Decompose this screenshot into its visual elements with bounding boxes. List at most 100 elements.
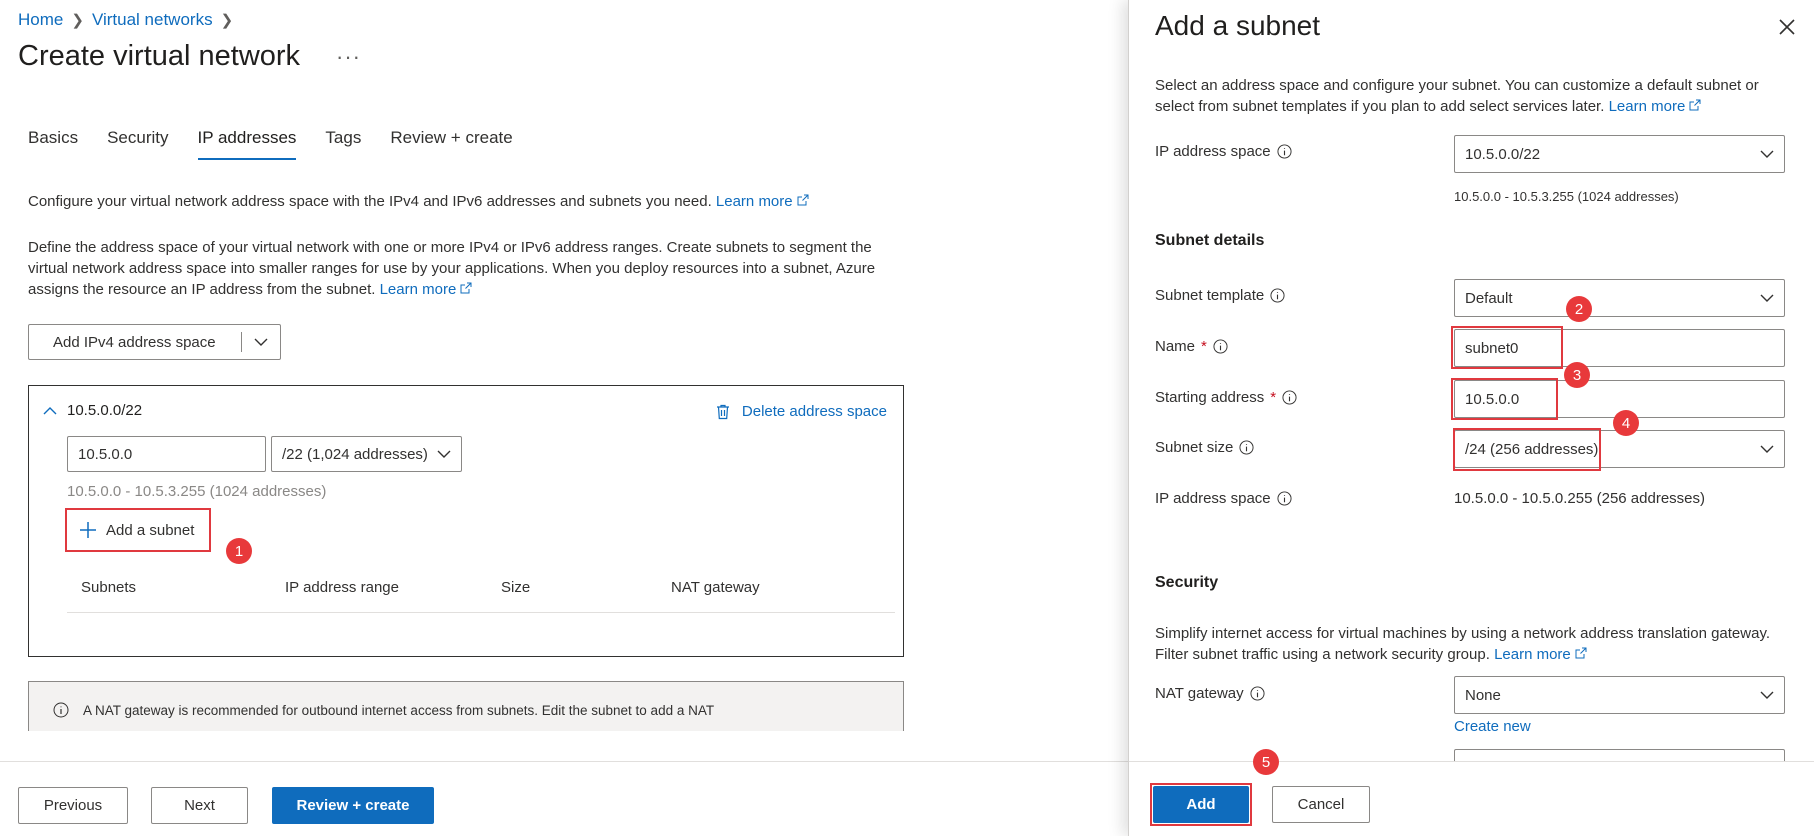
previous-button[interactable]: Previous <box>18 787 128 824</box>
create-new-link[interactable]: Create new <box>1454 718 1531 735</box>
ip-space-label: IP address space <box>1155 143 1292 160</box>
info-icon[interactable] <box>1270 288 1285 303</box>
page-title: Create virtual network <box>18 40 301 72</box>
add-subnet-button[interactable]: Add a subnet <box>65 508 211 552</box>
learn-more-label: Learn more <box>1608 98 1686 115</box>
info-icon[interactable] <box>1282 390 1297 405</box>
security-heading: Security <box>1155 574 1219 591</box>
panel-description: Select an address space and configure yo… <box>1155 75 1785 117</box>
info-icon[interactable] <box>1250 686 1265 701</box>
add-subnet-label: Add a subnet <box>106 521 195 539</box>
subnet-size-label: Subnet size <box>1155 439 1254 456</box>
learn-more-label: Learn more <box>379 281 457 298</box>
chevron-down-icon <box>1760 294 1774 302</box>
delete-address-space-label: Delete address space <box>741 403 887 420</box>
address-range-text: 10.5.0.0 - 10.5.3.255 (1024 addresses) <box>67 483 327 500</box>
ip-space-range: 10.5.0.0 - 10.5.3.255 (1024 addresses) <box>1454 189 1679 204</box>
security-description: Simplify internet access for virtual mac… <box>1155 623 1785 665</box>
review-create-button[interactable]: Review + create <box>272 787 434 824</box>
required-indicator: * <box>1201 338 1207 355</box>
subnet-table-header: Subnets IP address range Size NAT gatewa… <box>67 579 895 613</box>
learn-more-link-2[interactable]: Learn more <box>380 281 473 298</box>
next-button[interactable]: Next <box>151 787 248 824</box>
delete-address-space-button[interactable]: Delete address space <box>716 403 887 420</box>
subnet-details-heading: Subnet details <box>1155 232 1265 249</box>
add-space-label: Add IPv4 address space <box>53 333 216 351</box>
highlight-subnet-size <box>1453 428 1601 471</box>
address-size-value: /22 (1,024 addresses) <box>282 445 428 463</box>
highlight-starting-address <box>1451 378 1558 420</box>
ip-space2-label-text: IP address space <box>1155 490 1271 507</box>
chevron-down-icon <box>1760 445 1774 453</box>
external-link-icon <box>460 282 472 294</box>
tab-security[interactable]: Security <box>107 128 168 160</box>
column-size: Size <box>501 579 531 596</box>
tab-ip-addresses[interactable]: IP addresses <box>197 128 297 160</box>
security-learn-more-link[interactable]: Learn more <box>1494 646 1587 663</box>
name-label-text: Name <box>1155 338 1196 355</box>
cancel-button[interactable]: Cancel <box>1272 786 1370 823</box>
create-vnet-pane: Home ❯ Virtual networks ❯ Create virtual… <box>0 0 1128 836</box>
required-indicator: * <box>1270 389 1277 406</box>
panel-footer: Add Cancel <box>1129 761 1814 836</box>
step-marker-3: 3 <box>1564 362 1590 388</box>
address-space-description: Define the address space of your virtual… <box>28 237 908 300</box>
highlight-add-button <box>1150 783 1252 826</box>
step-marker-1: 1 <box>226 538 252 564</box>
learn-more-label: Learn more <box>1494 646 1571 663</box>
add-ipv4-address-space-button[interactable]: Add IPv4 address space <box>28 324 281 360</box>
info-icon[interactable] <box>1277 144 1292 159</box>
learn-more-link[interactable]: Learn more <box>716 193 809 210</box>
external-link-icon <box>1689 99 1701 111</box>
name-label: Name * <box>1155 338 1228 355</box>
breadcrumb: Home ❯ Virtual networks ❯ <box>18 10 233 30</box>
breadcrumb-virtual-networks[interactable]: Virtual networks <box>92 10 213 30</box>
ip-space-select[interactable]: 10.5.0.0/22 <box>1454 135 1785 173</box>
address-input-value: 10.5.0.0 <box>78 445 133 463</box>
intro-text: Configure your virtual network address s… <box>28 192 809 212</box>
step-marker-2: 2 <box>1566 296 1592 322</box>
close-icon[interactable] <box>1776 16 1798 38</box>
address-space-card: 10.5.0.0/22 Delete address space 10.5.0.… <box>28 385 904 657</box>
address-size-select[interactable]: /22 (1,024 addresses) <box>271 436 462 472</box>
template-label-text: Subnet template <box>1155 287 1265 304</box>
ip-space-label-text: IP address space <box>1155 143 1271 160</box>
step-marker-5: 5 <box>1253 749 1279 775</box>
info-icon[interactable] <box>1277 491 1292 506</box>
nat-gateway-select[interactable]: None <box>1454 676 1785 714</box>
panel-learn-more-link[interactable]: Learn more <box>1609 98 1702 115</box>
nat-info-text: A NAT gateway is recommended for outboun… <box>83 703 715 718</box>
tab-review-create[interactable]: Review + create <box>390 128 512 160</box>
subnet-template-select[interactable]: Default <box>1454 279 1785 317</box>
external-link-icon <box>797 194 809 206</box>
chevron-right-icon: ❯ <box>71 12 84 29</box>
address-space-title: 10.5.0.0/22 <box>67 402 143 419</box>
chevron-down-icon <box>1760 150 1774 158</box>
info-icon[interactable] <box>1213 339 1228 354</box>
chevron-down-icon <box>437 450 451 458</box>
chevron-right-icon: ❯ <box>220 12 234 29</box>
starting-label-text: Starting address <box>1155 389 1265 406</box>
chevron-down-icon <box>1760 691 1774 699</box>
chevron-down-icon[interactable] <box>242 338 280 347</box>
breadcrumb-home[interactable]: Home <box>18 10 63 30</box>
intro-line1: Configure your virtual network address s… <box>28 193 712 210</box>
external-link-icon <box>1575 647 1587 659</box>
address-space-header[interactable]: 10.5.0.0/22 <box>43 402 142 419</box>
tab-tags[interactable]: Tags <box>325 128 361 160</box>
panel-title: Add a subnet <box>1155 10 1321 41</box>
security-description-text: Simplify internet access for virtual mac… <box>1155 625 1771 663</box>
more-options-icon[interactable]: ··· <box>336 44 361 70</box>
info-icon <box>53 702 69 718</box>
chevron-up-icon[interactable] <box>43 406 57 415</box>
template-label: Subnet template <box>1155 287 1285 304</box>
address-input[interactable]: 10.5.0.0 <box>67 436 266 472</box>
learn-more-label: Learn more <box>715 193 793 210</box>
ip-space2-value: 10.5.0.0 - 10.5.0.255 (256 addresses) <box>1454 490 1706 507</box>
nat-value: None <box>1465 686 1501 704</box>
info-icon[interactable] <box>1239 440 1254 455</box>
tab-basics[interactable]: Basics <box>28 128 78 160</box>
template-value: Default <box>1465 289 1513 307</box>
highlight-name <box>1451 326 1563 369</box>
ip-space-value: 10.5.0.0/22 <box>1465 145 1541 163</box>
